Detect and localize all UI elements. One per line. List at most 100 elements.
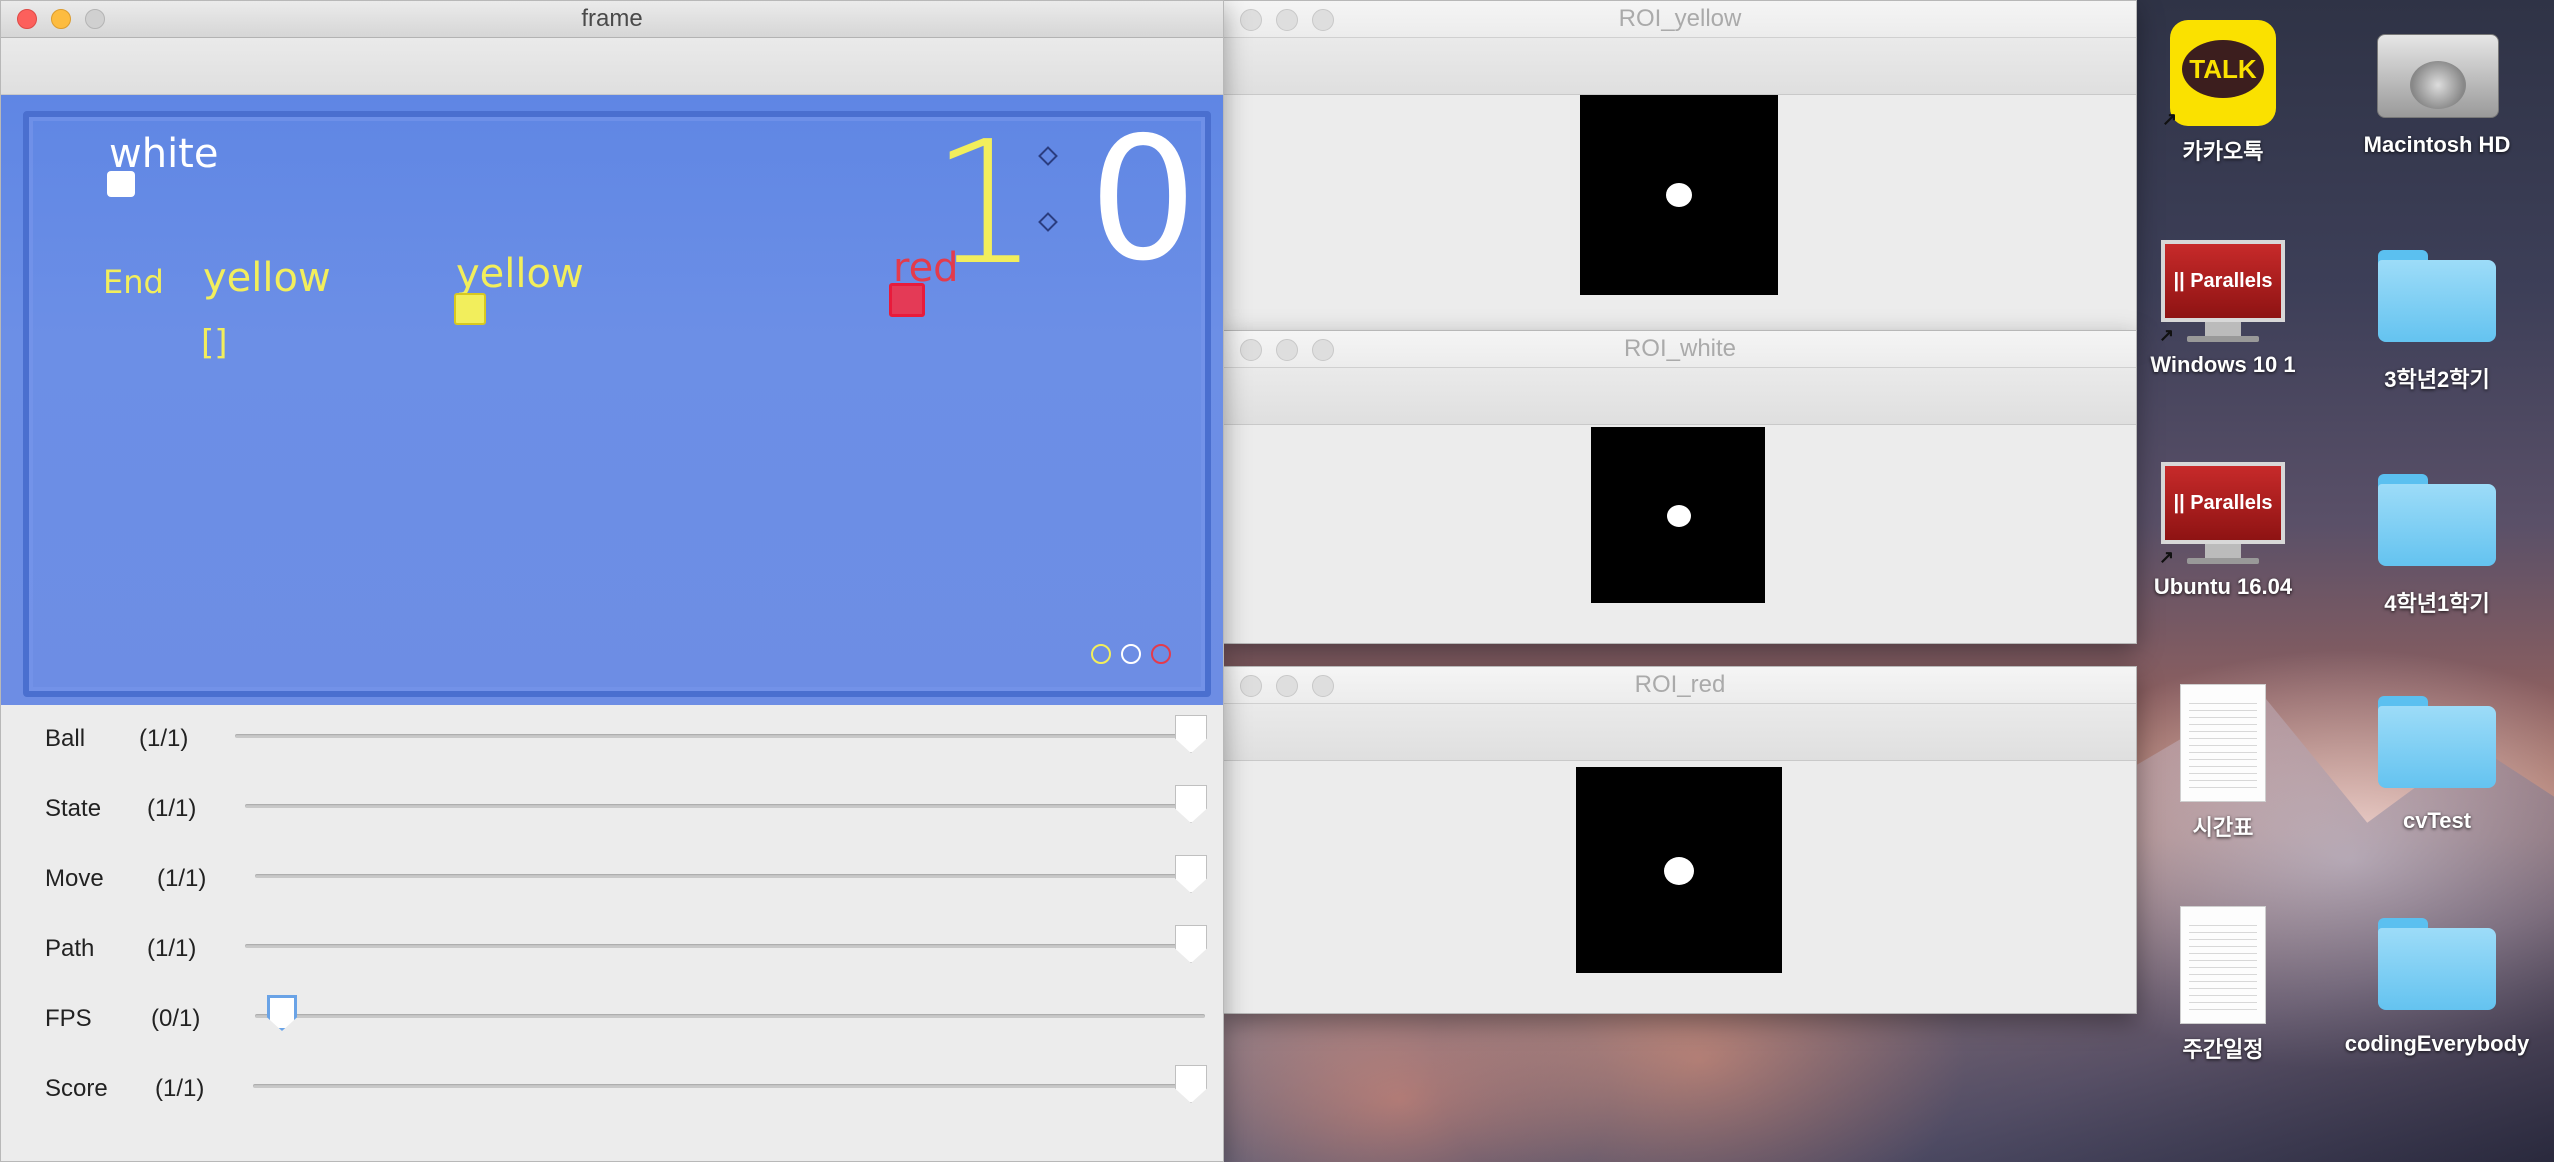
desktop-icon-label: Macintosh HD xyxy=(2363,132,2511,157)
desktop-icon-label: cvTest xyxy=(2402,808,2472,833)
video-frame xyxy=(1,95,1223,705)
kakaotalk-badge: TALK xyxy=(2182,40,2264,98)
trackbar-score: Score (1/1) xyxy=(1,1055,1223,1125)
close-window-button[interactable] xyxy=(1240,675,1262,697)
roi-mask-image xyxy=(1591,427,1765,603)
close-window-button[interactable] xyxy=(17,9,37,29)
desktop-icon-ubuntu-vm[interactable]: || Parallels ↗ Ubuntu 16.04 xyxy=(2108,462,2338,600)
document-icon xyxy=(2180,906,2266,1024)
trackbar-track[interactable] xyxy=(255,1014,1205,1018)
folder-icon xyxy=(2378,918,2496,1010)
mask-blob xyxy=(1664,857,1694,885)
yellow-ball-marker xyxy=(454,293,486,325)
desktop-icon-folder-4-1[interactable]: 4학년1학기 xyxy=(2322,474,2552,618)
path-list-text: [] xyxy=(201,323,228,363)
trackbar-state: State (1/1) xyxy=(1,775,1223,845)
desktop-icon-label: 주간일정 xyxy=(2182,1037,2264,1062)
trackbar-value: (1/1) xyxy=(155,1075,205,1102)
trackbar-thumb[interactable] xyxy=(1175,715,1207,753)
trackbar-thumb[interactable] xyxy=(1175,1065,1207,1103)
document-icon xyxy=(2180,684,2266,802)
trackbar-track[interactable] xyxy=(253,1084,1205,1088)
desktop-icon-folder-3-2[interactable]: 3학년2학기 xyxy=(2322,250,2552,394)
roi-mask-image xyxy=(1580,95,1778,295)
desktop-icon-macintosh-hd[interactable]: Macintosh HD xyxy=(2322,14,2552,158)
minimize-window-button[interactable] xyxy=(1276,675,1298,697)
score-yellow: 1 xyxy=(931,105,1040,303)
window-titlebar[interactable]: frame xyxy=(1,1,1223,38)
desktop-icon-label: Ubuntu 16.04 xyxy=(2153,574,2293,599)
window-toolbar xyxy=(1,38,1223,95)
window-titlebar[interactable]: ROI_yellow xyxy=(1224,1,2136,38)
red-indicator-icon xyxy=(1151,644,1171,664)
white-ball-marker xyxy=(107,171,135,197)
kakaotalk-icon: TALK ↗ xyxy=(2162,20,2276,129)
roi-white-window[interactable]: ROI_white xyxy=(1223,330,2137,644)
trackbar-thumb[interactable] xyxy=(1175,855,1207,893)
trackbar-label: Path xyxy=(45,935,95,962)
zoom-window-button[interactable] xyxy=(1312,339,1334,361)
alias-arrow-icon: ↗ xyxy=(2162,109,2178,129)
trackbar-track[interactable] xyxy=(245,944,1205,948)
window-toolbar xyxy=(1224,38,2136,95)
window-titlebar[interactable]: ROI_red xyxy=(1224,667,2136,704)
trackbar-thumb[interactable] xyxy=(267,995,297,1031)
window-title: frame xyxy=(581,5,643,32)
zoom-window-button[interactable] xyxy=(1312,9,1334,31)
desktop-icon-kakaotalk[interactable]: TALK ↗ 카카오톡 xyxy=(2108,20,2338,166)
window-title: ROI_yellow xyxy=(1618,5,1742,32)
trackbar-track[interactable] xyxy=(255,874,1205,878)
roi-yellow-window[interactable]: ROI_yellow xyxy=(1223,0,2137,332)
zoom-window-button[interactable] xyxy=(1312,675,1334,697)
alias-arrow-icon: ↗ xyxy=(2159,325,2175,345)
score-separator xyxy=(1038,146,1058,232)
window-toolbar xyxy=(1224,368,2136,425)
desktop-icon-weekly-schedule[interactable]: 주간일정 xyxy=(2108,906,2338,1064)
mask-blob xyxy=(1667,505,1691,527)
yellow-state-label: yellow xyxy=(203,255,331,301)
desktop-icon-label: Windows 10 1 xyxy=(2150,352,2296,377)
close-window-button[interactable] xyxy=(1240,339,1262,361)
trackbar-move: Move (1/1) xyxy=(1,845,1223,915)
minimize-window-button[interactable] xyxy=(1276,9,1298,31)
zoom-window-button[interactable] xyxy=(85,9,105,29)
trackbar-label: Score xyxy=(45,1075,108,1102)
trackbar-ball: Ball (1/1) xyxy=(1,705,1223,775)
trackbar-thumb[interactable] xyxy=(1175,785,1207,823)
window-toolbar xyxy=(1224,704,2136,761)
trackbar-value: (0/1) xyxy=(151,1005,201,1032)
desktop-icon-label: 카카오톡 xyxy=(2182,139,2264,164)
desktop-icon-label: codingEverybody xyxy=(2344,1031,2530,1056)
yellow-ball-label: yellow xyxy=(456,251,584,297)
parallels-badge: || Parallels xyxy=(2161,240,2285,322)
score-white: 0 xyxy=(1089,101,1198,299)
end-label: End xyxy=(103,263,164,301)
trackbar-track[interactable] xyxy=(235,734,1205,738)
roi-red-window[interactable]: ROI_red xyxy=(1223,666,2137,1014)
trackbar-track[interactable] xyxy=(245,804,1205,808)
window-title: ROI_red xyxy=(1634,671,1726,698)
window-titlebar[interactable]: ROI_white xyxy=(1224,331,2136,368)
desktop-icon-timetable[interactable]: 시간표 xyxy=(2108,684,2338,842)
desktop-icon-label: 3학년2학기 xyxy=(2384,367,2490,392)
mask-blob xyxy=(1666,183,1692,207)
close-window-button[interactable] xyxy=(1240,9,1262,31)
red-ball-marker xyxy=(889,283,925,317)
trackbar-value: (1/1) xyxy=(157,865,207,892)
desktop-icon-windows-vm[interactable]: || Parallels ↗ Windows 10 1 xyxy=(2108,240,2338,378)
trackbar-label: Ball xyxy=(45,725,86,752)
desktop-icon-label: 4학년1학기 xyxy=(2384,591,2490,616)
frame-window[interactable]: frame white End yellow yellow red [] 1 0… xyxy=(0,0,1224,1162)
desktop-icon-label: 시간표 xyxy=(2192,815,2254,840)
minimize-window-button[interactable] xyxy=(51,9,71,29)
parallels-vm-icon: || Parallels ↗ xyxy=(2159,462,2285,567)
minimize-window-button[interactable] xyxy=(1276,339,1298,361)
desktop-icon-codingeverybody[interactable]: codingEverybody xyxy=(2322,918,2552,1058)
trackbar-label: State xyxy=(45,795,102,822)
desktop-icon-cvtest[interactable]: cvTest xyxy=(2322,696,2552,834)
hard-drive-icon xyxy=(2377,14,2499,124)
white-indicator-icon xyxy=(1121,644,1141,664)
trackbar-thumb[interactable] xyxy=(1175,925,1207,963)
yellow-indicator-icon xyxy=(1091,644,1111,664)
trackbar-value: (1/1) xyxy=(147,795,197,822)
